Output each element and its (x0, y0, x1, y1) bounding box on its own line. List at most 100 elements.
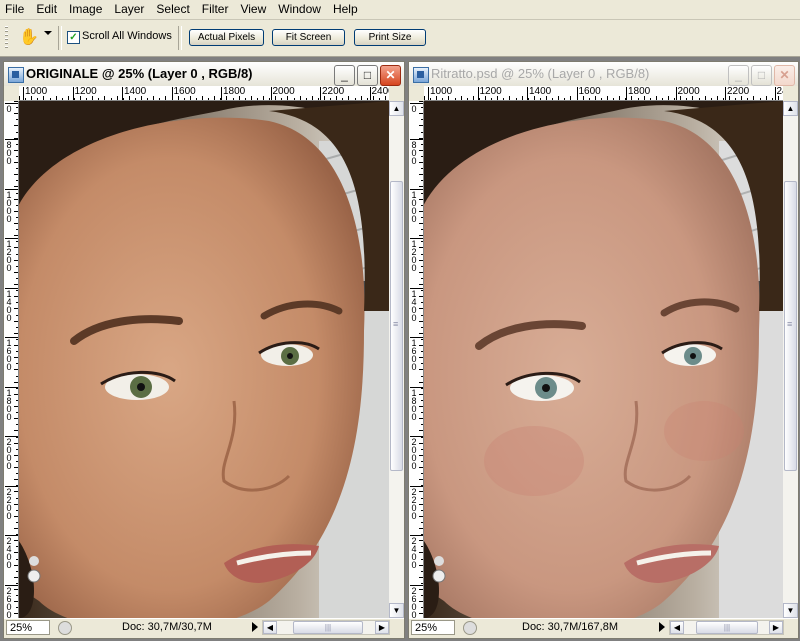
scroll-all-windows-checkbox[interactable]: ✓ (67, 31, 80, 44)
menu-edit[interactable]: Edit (31, 0, 64, 19)
status-icon[interactable] (58, 621, 72, 635)
scroll-left-button[interactable]: ◀ (670, 621, 684, 634)
ruler-tick (421, 399, 423, 401)
ruler-label: 2000 (677, 86, 700, 97)
ruler-origin[interactable] (4, 86, 20, 102)
scroll-down-button[interactable]: ▼ (783, 603, 798, 618)
ruler-tick (14, 454, 18, 456)
ruler-label: 0 (6, 263, 12, 273)
vertical-scrollbar[interactable]: ▲ ▼ (783, 101, 798, 618)
document-window-originale[interactable]: ORIGINALE @ 25% (Layer 0 , RGB/8) _ □ ✕ … (3, 61, 405, 639)
scroll-up-button[interactable]: ▲ (389, 101, 404, 116)
ruler-tick (16, 107, 18, 109)
scroll-up-button[interactable]: ▲ (783, 101, 798, 116)
ruler-tick (244, 98, 246, 100)
ruler-origin[interactable] (409, 86, 425, 102)
ruler-tick (16, 412, 18, 414)
ruler-tick (419, 345, 423, 346)
menu-file[interactable]: File (0, 0, 31, 19)
menu-layer[interactable]: Layer (109, 0, 151, 19)
ruler-tick (256, 98, 258, 100)
horizontal-scrollbar[interactable]: ◀ ||| ▶ (669, 620, 784, 635)
ruler-tick (421, 241, 423, 243)
scroll-right-button[interactable]: ▶ (375, 621, 389, 634)
status-icon[interactable] (463, 621, 477, 635)
menu-view[interactable]: View (235, 0, 273, 19)
scroll-left-button[interactable]: ◀ (263, 621, 277, 634)
minimize-icon[interactable]: _ (728, 65, 749, 86)
ruler-tick (153, 96, 155, 100)
doc-size-info: Doc: 30,7M/30,7M (122, 621, 212, 633)
window-titlebar[interactable]: Ritratto.psd @ 25% (Layer 0 , RGB/8) _ □… (409, 62, 798, 86)
ruler-tick (421, 375, 423, 377)
ruler-tick (421, 216, 423, 218)
ruler-tick (419, 564, 423, 566)
ruler-tick (421, 546, 423, 548)
window-titlebar[interactable]: ORIGINALE @ 25% (Layer 0 , RGB/8) _ □ ✕ (4, 62, 404, 86)
ruler-tick (16, 277, 18, 279)
ruler-tick (421, 363, 423, 365)
image-canvas[interactable] (424, 101, 783, 618)
fit-screen-button[interactable]: Fit Screen (272, 29, 345, 46)
ruler-label: 1800 (628, 86, 651, 97)
close-icon[interactable]: ✕ (774, 65, 795, 86)
menu-filter[interactable]: Filter (197, 0, 236, 19)
ruler-tick (16, 521, 18, 523)
ruler-label: 0 (6, 560, 12, 570)
ruler-tick (419, 491, 423, 493)
ruler-tick (419, 515, 423, 517)
horizontal-scroll-thumb[interactable]: ||| (696, 621, 758, 634)
ruler-label: 0 (411, 312, 417, 323)
ruler-tick (419, 467, 423, 468)
scroll-down-button[interactable]: ▼ (389, 603, 404, 618)
menu-window[interactable]: Window (273, 0, 328, 19)
ruler-label: 2200 (727, 86, 750, 97)
zoom-field[interactable]: 25% (6, 620, 50, 635)
maximize-icon[interactable]: □ (357, 65, 378, 86)
status-menu-arrow-icon[interactable] (659, 622, 665, 632)
actual-pixels-button[interactable]: Actual Pixels (189, 29, 264, 46)
ruler-label: 240 (776, 86, 784, 97)
print-size-button[interactable]: Print Size (354, 29, 426, 46)
ruler-tick (14, 210, 18, 212)
ruler-tick (503, 98, 505, 100)
ruler-tick (765, 96, 767, 100)
ruler-tick (14, 528, 18, 529)
horizontal-scrollbar[interactable]: ◀ ||| ▶ (262, 620, 390, 635)
ruler-major-tick (270, 87, 272, 100)
ruler-tick (14, 369, 18, 371)
close-icon[interactable]: ✕ (380, 65, 401, 86)
ruler-tick (16, 387, 18, 389)
minimize-icon[interactable]: _ (334, 65, 355, 86)
ruler-tick (16, 473, 18, 475)
ruler-tick (16, 375, 18, 377)
ruler-tick (419, 101, 423, 102)
tool-preset-dropdown-icon[interactable] (44, 31, 52, 35)
zoom-field[interactable]: 25% (411, 620, 455, 635)
vertical-scrollbar[interactable]: ▲ ▼ (389, 101, 404, 618)
vertical-scroll-thumb[interactable] (390, 181, 403, 471)
maximize-icon[interactable]: □ (751, 65, 772, 86)
ruler-tick (421, 265, 423, 267)
separator (58, 26, 62, 50)
vertical-scroll-thumb[interactable] (784, 181, 797, 471)
ruler-tick (354, 98, 356, 100)
ruler-tick (14, 613, 18, 615)
ruler-tick (37, 98, 39, 100)
horizontal-scroll-thumb[interactable]: ||| (293, 621, 363, 634)
image-canvas[interactable] (19, 101, 389, 618)
toolbar-grip[interactable] (5, 26, 8, 50)
ruler-tick (16, 180, 18, 182)
ruler-tick (607, 96, 608, 100)
hand-icon[interactable]: ✋ (19, 28, 39, 48)
menu-image[interactable]: Image (64, 0, 109, 19)
menu-help[interactable]: Help (328, 0, 365, 19)
ruler-tick (14, 589, 18, 590)
scroll-right-button[interactable]: ▶ (769, 621, 783, 634)
document-icon (8, 67, 24, 83)
status-bar: 25% Doc: 30,7M/167,8M ◀ ||| ▶ (409, 618, 798, 638)
status-menu-arrow-icon[interactable] (252, 622, 258, 632)
document-window-ritratto[interactable]: Ritratto.psd @ 25% (Layer 0 , RGB/8) _ □… (408, 61, 799, 639)
menu-select[interactable]: Select (151, 0, 196, 19)
ruler-label: 0 (6, 213, 12, 224)
